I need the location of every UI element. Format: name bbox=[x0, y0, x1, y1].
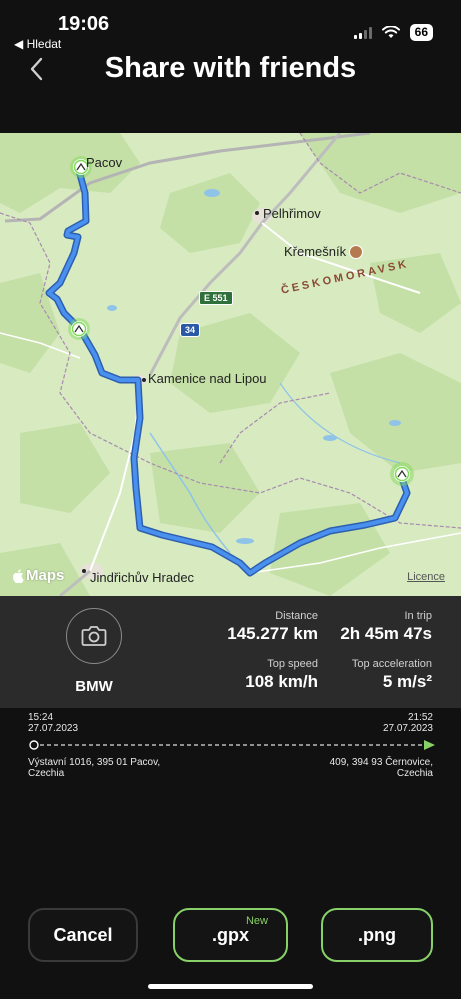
wifi-icon bbox=[381, 26, 400, 38]
end-marker[interactable] bbox=[390, 462, 414, 486]
top-speed-value: 108 km/h bbox=[245, 672, 318, 691]
road-shield-e551: E 551 bbox=[199, 291, 233, 305]
header: Share with friends bbox=[0, 52, 461, 92]
home-indicator[interactable] bbox=[148, 984, 313, 989]
end-datetime: 21:52 27.07.2023 bbox=[383, 712, 433, 734]
start-address-line-1: Výstavní 1016, 395 01 Pacov, bbox=[28, 757, 161, 768]
png-button-label: .png bbox=[358, 924, 396, 945]
end-address-line-2: Czechia bbox=[396, 768, 433, 779]
back-to-app-link[interactable]: ◀ Hledat bbox=[14, 37, 61, 51]
back-chevron-icon[interactable] bbox=[26, 54, 48, 84]
distance-label: Distance bbox=[275, 610, 318, 622]
map-label-kremesnik: Křemešník bbox=[284, 244, 347, 259]
licence-link[interactable]: Licence bbox=[407, 571, 445, 583]
end-date: 27.07.2023 bbox=[382, 723, 433, 734]
top-acceleration-label: Top acceleration bbox=[351, 658, 432, 670]
map-label-jindrichuv: Jindřichův Hradec bbox=[90, 570, 195, 585]
page-title: Share with friends bbox=[104, 52, 357, 84]
end-time: 21:52 bbox=[407, 712, 433, 723]
map-canvas bbox=[0, 133, 461, 596]
end-arrow-icon bbox=[424, 740, 435, 750]
stat-top-speed: Top speed 108 km/h bbox=[245, 658, 318, 692]
timeline-track bbox=[29, 740, 435, 750]
in-trip-value: 2h 45m 47s bbox=[340, 624, 432, 643]
end-address-line-1: 409, 394 93 Černovice, bbox=[329, 757, 433, 768]
end-address: 409, 394 93 Černovice, Czechia bbox=[330, 757, 433, 779]
stat-distance: Distance 145.277 km bbox=[227, 610, 318, 644]
map-label-pelhrimov: Pelhřimov bbox=[263, 206, 321, 221]
cancel-button-label: Cancel bbox=[53, 924, 113, 945]
export-png-button[interactable]: .png bbox=[321, 908, 433, 962]
top-speed-label: Top speed bbox=[267, 658, 318, 670]
stat-in-trip: In trip 2h 45m 47s bbox=[340, 610, 432, 644]
cancel-button[interactable]: Cancel bbox=[28, 908, 138, 962]
car-name: BMW bbox=[75, 678, 113, 695]
export-gpx-button[interactable]: New .gpx bbox=[173, 908, 288, 962]
map-label-kamenice: Kamenice nad Lipou bbox=[148, 371, 267, 386]
trip-timeline: 15:24 27.07.2023 21:52 27.07.2023 Výstav… bbox=[0, 708, 461, 788]
apple-logo-icon bbox=[13, 569, 24, 583]
gpx-button-label: .gpx bbox=[211, 924, 249, 945]
maps-attribution-text: Maps bbox=[26, 567, 65, 584]
road-shield-34: 34 bbox=[180, 323, 201, 337]
trip-info-panel: BMW Distance 145.277 km In trip 2h 45m 4… bbox=[0, 596, 461, 708]
map-label-pacov: Pacov bbox=[86, 155, 123, 170]
route-map[interactable]: Pacov Pelhřimov Křemešník ČESKOMORAVSK E… bbox=[0, 133, 461, 596]
status-time: 19:06 bbox=[58, 13, 110, 35]
new-badge: New bbox=[245, 915, 268, 927]
battery-indicator: 66 bbox=[409, 24, 433, 41]
cellular-signal-icon bbox=[353, 26, 372, 39]
start-datetime: 15:24 27.07.2023 bbox=[28, 712, 78, 734]
mountain-peak-icon bbox=[349, 245, 363, 259]
top-acceleration-value: 5 m/s² bbox=[382, 672, 432, 691]
forest-areas bbox=[0, 133, 461, 596]
in-trip-label: In trip bbox=[404, 610, 432, 622]
start-point-icon bbox=[29, 740, 39, 750]
start-address: Výstavní 1016, 395 01 Pacov, Czechia bbox=[28, 757, 160, 779]
start-time: 15:24 bbox=[28, 712, 54, 723]
camera-icon bbox=[81, 626, 107, 646]
status-bar: 19:06 ◀ Hledat 66 bbox=[0, 0, 461, 52]
stat-top-acceleration: Top acceleration 5 m/s² bbox=[352, 658, 432, 692]
start-date: 27.07.2023 bbox=[28, 723, 79, 734]
status-icons: 66 bbox=[353, 24, 433, 41]
add-photo-button[interactable] bbox=[66, 608, 122, 664]
midpoint-marker[interactable] bbox=[68, 318, 90, 340]
distance-value: 145.277 km bbox=[227, 624, 318, 643]
apple-maps-attribution[interactable]: Maps bbox=[12, 567, 64, 584]
start-address-line-2: Czechia bbox=[28, 768, 65, 779]
